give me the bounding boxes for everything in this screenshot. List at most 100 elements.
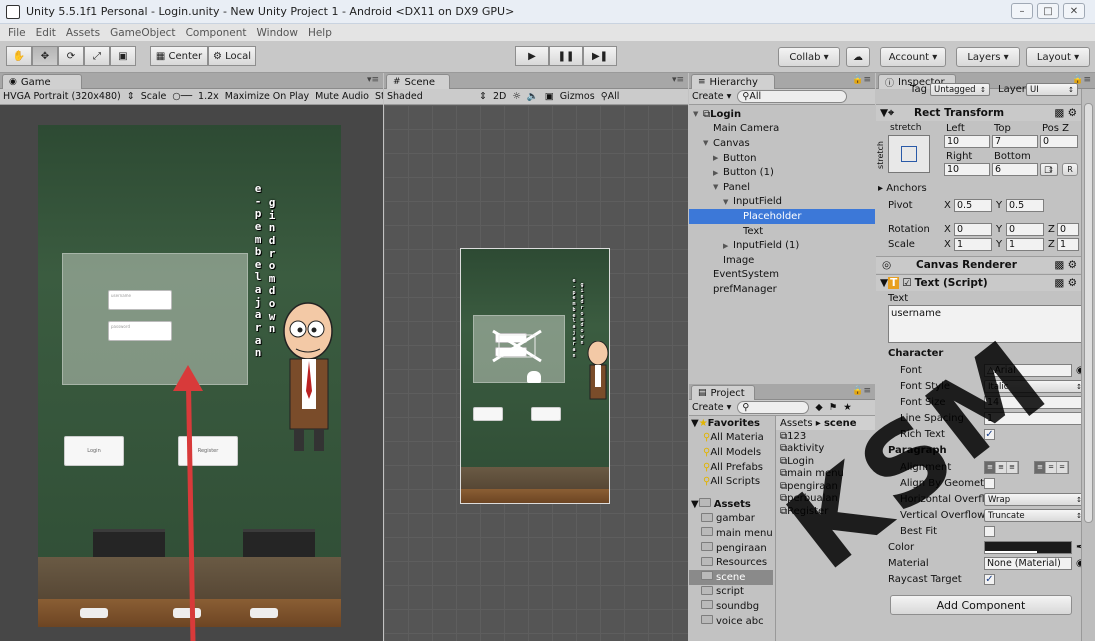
scale-slider[interactable]: ○── (172, 91, 192, 102)
stats-toggle[interactable]: Stat (375, 91, 383, 102)
hierarchy-item[interactable]: ▶ Button (689, 151, 875, 166)
hand-tool-icon[interactable]: ✋ (6, 46, 32, 66)
text-value-area[interactable]: username (888, 305, 1086, 343)
font-style-dropdown[interactable]: Italic (984, 380, 1086, 393)
password-field[interactable]: password (108, 321, 172, 341)
scene-file[interactable]: ⧉ main menu (776, 468, 875, 481)
scene-register-button[interactable] (531, 407, 561, 421)
favorites-item[interactable]: ⚲ All Models (689, 445, 773, 460)
scrollbar-thumb[interactable] (1084, 103, 1093, 523)
best-fit-checkbox[interactable] (984, 526, 995, 537)
rich-text-checkbox[interactable]: ✓ (984, 429, 995, 440)
right-input[interactable]: 10 (944, 163, 990, 176)
menu-file[interactable]: File (8, 27, 26, 39)
rect-transform-header[interactable]: ▼⌖ Rect Transform ▩ ⚙ (876, 104, 1081, 121)
canvas-renderer-header[interactable]: ◎ Canvas Renderer ▩ ⚙ (876, 256, 1081, 273)
scene-file[interactable]: ⧉ Login (776, 455, 875, 468)
hierarchy-item[interactable]: ▼ InputField (689, 195, 875, 210)
component-settings-icon[interactable]: ▩ ⚙ (1054, 277, 1077, 289)
favorite-star-icon[interactable]: ★ (843, 402, 852, 413)
bottom-input[interactable]: 6 (992, 163, 1038, 176)
login-button[interactable]: Login (64, 436, 124, 466)
align-middle-icon[interactable]: = (1046, 462, 1057, 473)
hierarchy-item[interactable]: ▶ InputField (1) (689, 238, 875, 253)
gizmos-dropdown[interactable]: Gizmos (560, 91, 595, 102)
assets-folder[interactable]: ▼ Assets (689, 497, 773, 512)
collab-button[interactable]: Collab ▾ (778, 47, 840, 67)
scene-file[interactable]: ⧉ 123 (776, 430, 875, 443)
panel-menu-icon[interactable]: ▾≡ (367, 75, 379, 85)
scene-file[interactable]: ⧉ pengiraan (776, 480, 875, 493)
foldout-arrow-icon[interactable]: ▶ (723, 242, 733, 250)
project-create-dropdown[interactable]: Create ▾ (692, 402, 731, 413)
scale-x-input[interactable]: 1 (954, 238, 992, 251)
asset-folder[interactable]: scene (689, 569, 773, 585)
close-button[interactable]: ✕ (1063, 3, 1085, 19)
add-component-button[interactable]: Add Component (890, 595, 1072, 615)
rot-y-input[interactable]: 0 (1006, 223, 1044, 236)
font-field[interactable]: △ Arial (984, 364, 1072, 377)
light-icon[interactable]: ☼ (512, 91, 521, 102)
anchor-presets-button[interactable] (888, 135, 930, 173)
pivot-x-input[interactable]: 0.5 (954, 199, 992, 212)
hierarchy-item[interactable]: ▼ Panel (689, 180, 875, 195)
font-size-input[interactable]: 14 (984, 396, 1086, 409)
component-settings-icon[interactable]: ▩ ⚙ (1054, 107, 1077, 119)
menu-component[interactable]: Component (186, 27, 247, 39)
color-swatch[interactable] (984, 541, 1072, 554)
top-input[interactable]: 7 (992, 135, 1038, 148)
hierarchy-item[interactable]: Image (689, 253, 875, 268)
favorites-item[interactable]: ⚲ All Scripts (689, 474, 773, 489)
rot-x-input[interactable]: 0 (954, 223, 992, 236)
left-input[interactable]: 10 (944, 135, 990, 148)
align-left-icon[interactable]: ≡ (985, 462, 996, 473)
pause-button[interactable]: ❚❚ (549, 46, 583, 66)
align-by-geometry-checkbox[interactable] (984, 478, 995, 489)
favorites-item[interactable]: ⚲ All Prefabs (689, 460, 773, 475)
menu-assets[interactable]: Assets (66, 27, 100, 39)
scene-viewport[interactable]: e-pembelajaran gindrom down (384, 105, 688, 641)
hierarchy-item[interactable]: Text (689, 224, 875, 239)
foldout-arrow-icon[interactable]: ▼ (703, 139, 713, 147)
hierarchy-item[interactable]: ▼ ⧉ Login (689, 107, 875, 122)
hierarchy-item[interactable]: ▶ Button (1) (689, 165, 875, 180)
lock-icon[interactable]: 🔒≡ (852, 386, 871, 396)
rect-tool-icon[interactable]: ▣ (110, 46, 136, 66)
hierarchy-search-input[interactable]: ⚲All (737, 90, 848, 103)
asset-folder[interactable]: pengiraan (689, 541, 773, 556)
rotate-tool-icon[interactable]: ⟳ (58, 46, 84, 66)
align-bottom-icon[interactable]: = (1057, 462, 1068, 473)
breadcrumb-root[interactable]: Assets (780, 418, 813, 429)
image-effects-icon[interactable]: ▣ (545, 91, 554, 102)
menu-edit[interactable]: Edit (36, 27, 56, 39)
align-center-icon[interactable]: ≡ (996, 462, 1007, 473)
move-tool-icon[interactable]: ✥ (32, 46, 58, 66)
vertical-alignment-toggles[interactable]: ≡ = = (1034, 461, 1069, 474)
menu-window[interactable]: Window (257, 27, 298, 39)
scale-y-input[interactable]: 1 (1006, 238, 1044, 251)
hierarchy-create-dropdown[interactable]: Create ▾ (692, 91, 731, 102)
vertical-overflow-dropdown[interactable]: Truncate (984, 509, 1086, 522)
minimize-button[interactable]: – (1011, 3, 1033, 19)
panel-menu-icon[interactable]: ▾≡ (672, 75, 684, 85)
tab-project[interactable]: ▤ Project (691, 385, 755, 400)
foldout-arrow-icon[interactable]: ▼ (723, 198, 733, 206)
favorites-item[interactable]: ⚲ All Materia (689, 431, 773, 446)
asset-folder[interactable]: script (689, 585, 773, 600)
asset-folder[interactable]: voice abc (689, 614, 773, 629)
tab-hierarchy[interactable]: ≡ Hierarchy (691, 74, 775, 89)
play-button[interactable]: ▶ (515, 46, 549, 66)
scene-login-button[interactable] (473, 407, 503, 421)
tab-game[interactable]: ◉ Game (2, 74, 82, 89)
filter-type-icon[interactable]: ◆ (815, 402, 822, 413)
hierarchy-item[interactable]: Main Camera (689, 122, 875, 137)
step-button[interactable]: ▶❚ (583, 46, 617, 66)
hierarchy-item[interactable]: Placeholder (689, 209, 875, 224)
anchors-foldout[interactable]: ▸ Anchors (878, 183, 927, 194)
audio-icon[interactable]: 🔈 (527, 91, 539, 102)
hierarchy-item[interactable]: prefManager (689, 282, 875, 297)
cloud-icon[interactable]: ☁ (846, 47, 870, 67)
posz-input[interactable]: 0 (1040, 135, 1078, 148)
component-settings-icon[interactable]: ▩ ⚙ (1054, 259, 1077, 271)
filter-label-icon[interactable]: ⚑ (829, 402, 838, 413)
